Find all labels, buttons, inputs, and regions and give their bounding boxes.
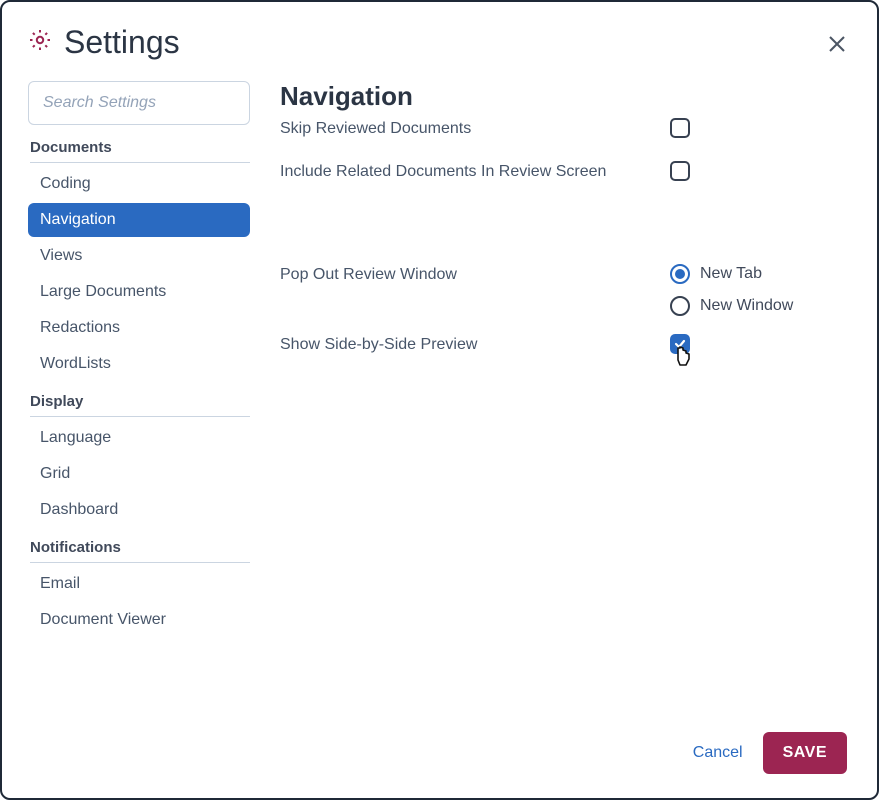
sidebyside-label: Show Side-by-Side Preview [280, 334, 670, 354]
popout-label: Pop Out Review Window [280, 264, 670, 284]
sidebar-item-language[interactable]: Language [28, 421, 250, 455]
sidebar-item-views[interactable]: Views [28, 239, 250, 273]
popout-option-new-window[interactable]: New Window [670, 296, 851, 316]
sidebyside-checkbox[interactable] [670, 334, 690, 354]
sidebar-group-documents: Documents [30, 139, 250, 163]
radio-label: New Tab [700, 265, 762, 283]
sidebar-item-email[interactable]: Email [28, 567, 250, 601]
sidebar-item-coding[interactable]: Coding [28, 167, 250, 201]
radio-icon [670, 264, 690, 284]
cancel-button[interactable]: Cancel [693, 744, 743, 762]
sidebar-item-navigation[interactable]: Navigation [28, 203, 250, 237]
radio-label: New Window [700, 297, 793, 315]
skip-reviewed-checkbox[interactable] [670, 118, 690, 138]
sidebar-item-grid[interactable]: Grid [28, 457, 250, 491]
sidebar-item-dashboard[interactable]: Dashboard [28, 493, 250, 527]
include-related-label: Include Related Documents In Review Scre… [280, 161, 670, 181]
sidebar-item-redactions[interactable]: Redactions [28, 311, 250, 345]
content-panel: Navigation Skip Reviewed Documents Inclu… [250, 81, 851, 639]
settings-modal: Settings Documents Coding Navigation Vie… [0, 0, 879, 800]
modal-body: Documents Coding Navigation Views Large … [2, 71, 877, 639]
sidebar-item-document-viewer[interactable]: Document Viewer [28, 603, 250, 637]
modal-title: Settings [64, 24, 180, 61]
sidebar-item-wordlists[interactable]: WordLists [28, 347, 250, 381]
sidebar-group-display: Display [30, 393, 250, 417]
include-related-checkbox[interactable] [670, 161, 690, 181]
popout-radio-group: New Tab New Window [670, 264, 851, 316]
skip-reviewed-label: Skip Reviewed Documents [280, 118, 670, 138]
sidebar-group-notifications: Notifications [30, 539, 250, 563]
sidebar: Documents Coding Navigation Views Large … [28, 81, 250, 639]
modal-footer: Cancel SAVE [693, 732, 847, 774]
modal-header: Settings [2, 2, 877, 71]
search-input[interactable] [28, 81, 250, 125]
sidebar-item-large-documents[interactable]: Large Documents [28, 275, 250, 309]
save-button[interactable]: SAVE [763, 732, 847, 774]
close-button[interactable] [827, 34, 847, 59]
content-heading: Navigation [280, 81, 851, 112]
radio-icon [670, 296, 690, 316]
gear-icon [28, 28, 52, 57]
popout-option-new-tab[interactable]: New Tab [670, 264, 851, 284]
